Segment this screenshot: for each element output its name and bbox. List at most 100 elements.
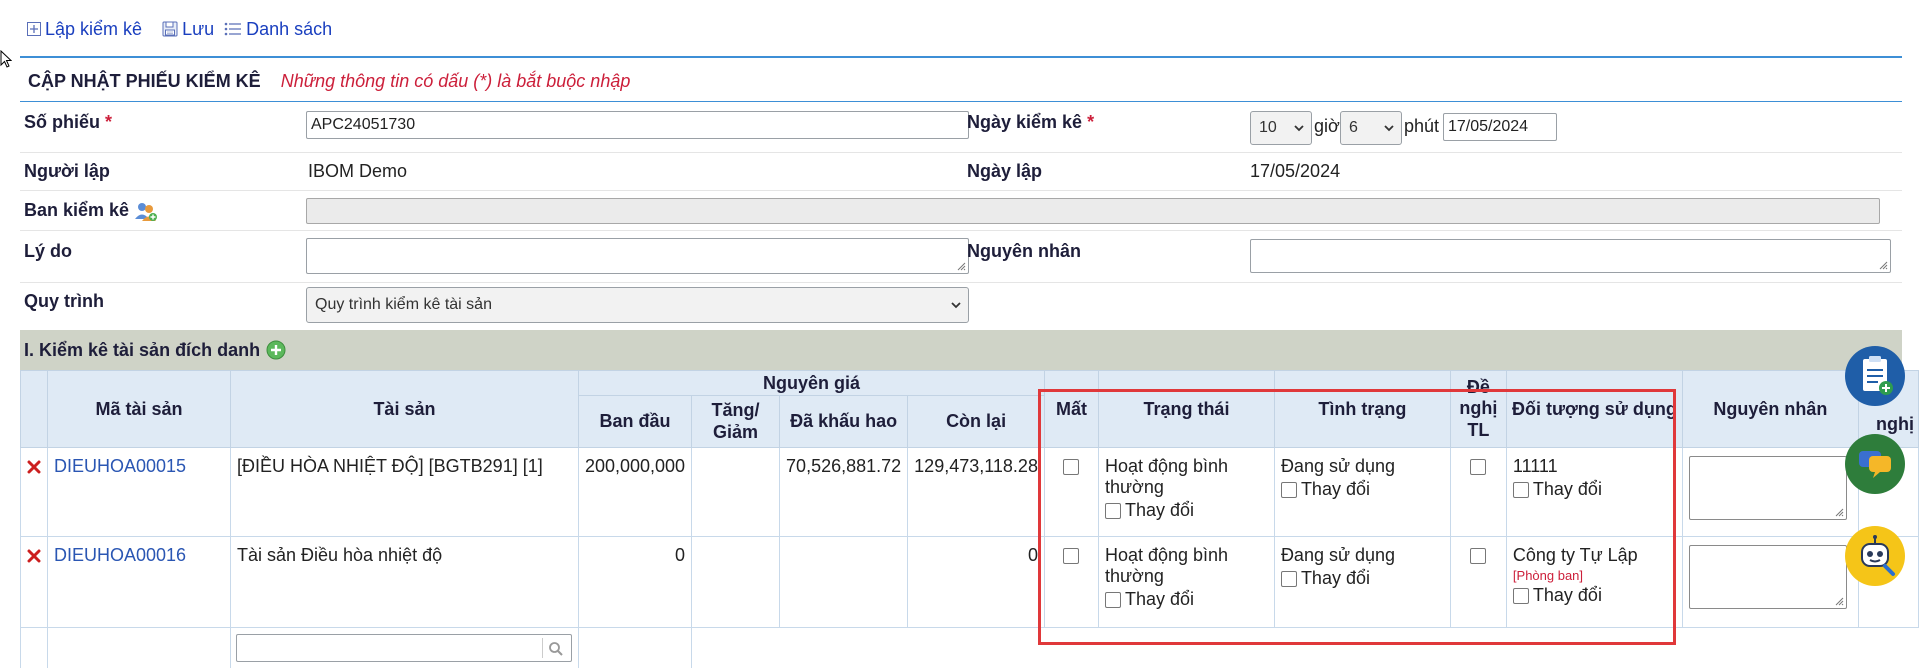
mouse-cursor-icon [0,50,12,68]
section-title: I. Kiểm kê tài sản đích danh [24,339,261,360]
group-users-icon[interactable] [134,201,158,223]
form-row-ly-do: Lý do Nguyên nhân [20,231,1902,283]
trang-thai-header: Trạng thái [1097,370,1275,448]
nguoi-lap-value: IBOM Demo [308,161,408,181]
nguyen-nhan-textarea[interactable] [1250,239,1891,273]
trang-thai-cell: Hoạt động bình thường Thay đổi [1097,536,1275,628]
ngay-kiem-ke-required-mark: * [1087,112,1095,132]
de-nghi-tl-checkbox[interactable] [1470,548,1487,565]
required-note: Những thông tin có dấu (*) là bắt buộc n… [280,71,631,91]
ban-kiem-ke-input[interactable] [306,198,1880,224]
table-row: DIEUHOA00015 [ĐIỀU HÒA NHIỆT ĐỘ] [BGTB29… [20,447,1919,537]
ban-dau-header: Ban đầu [577,395,693,448]
de-nghi-tl-cell [1449,447,1507,537]
form-row-nguoi-lap: Người lập IBOM Demo Ngày lập 17/05/2024 [20,153,1902,191]
delete-cell [20,447,48,537]
hour-unit: giờ [1314,116,1340,136]
add-square-icon [27,22,41,36]
ngay-kiem-ke-label-text: Ngày kiểm kê [967,112,1083,132]
empty-cell [20,627,48,668]
nguyen-nhan-row-textarea[interactable] [1688,545,1847,609]
mat-checkbox[interactable] [1063,548,1080,565]
mat-checkbox[interactable] [1063,459,1080,476]
change-label: Thay đổi [1300,479,1370,499]
save-disk-icon [162,21,178,37]
department-tag: [Phòng ban] [1512,568,1584,583]
create-inventory-button[interactable]: Lập kiểm kê [27,19,142,40]
de-nghi-tl-header: Đề nghị TL [1449,370,1507,448]
search-separator [542,638,543,658]
section-header: I. Kiểm kê tài sản đích danh [20,330,1902,370]
tang-giam-cell [691,536,781,628]
tinh-trang-cell: Đang sử dụng Thay đổi [1273,536,1451,628]
quy-trinh-value: Quy trình kiểm kê tài sản [315,296,492,313]
ngay-lap-label: Ngày lập [967,161,1043,181]
tinh-trang-change-checkbox[interactable] [1280,570,1297,587]
save-label: Lưu [182,18,215,39]
chevron-down-icon [1384,125,1394,132]
change-label: Thay đổi [1124,500,1194,520]
search-icon[interactable] [548,641,564,657]
hour-value: 10 [1259,119,1277,136]
con-lai-cell: 129,473,118.28 [907,447,1045,537]
trang-thai-change-checkbox[interactable] [1104,502,1121,519]
tinh-trang-value: Đang sử dụng [1280,456,1396,476]
doi-tuong-change-checkbox[interactable] [1512,481,1529,498]
delete-cell [20,536,48,628]
form-row-so-phieu: Số phiếu * APC24051730 Ngày kiểm kê * 10… [20,103,1902,153]
chat-fab[interactable] [1845,434,1905,494]
trang-thai-cell: Hoạt động bình thường Thay đổi [1097,447,1275,537]
robot-support-icon [1861,535,1895,576]
ban-dau-cell: 0 [577,536,693,628]
delete-x-icon[interactable] [27,549,41,563]
page-title-row: CẬP NHẬT PHIẾU KIỂM KÊ Những thông tin c… [20,62,1902,102]
ly-do-textarea[interactable] [306,238,969,274]
nguyen-nhan-cell [1681,447,1859,537]
nguyen-nhan-row-textarea[interactable] [1688,456,1847,520]
doi-tuong-change-checkbox[interactable] [1512,587,1529,604]
so-phieu-label-text: Số phiếu [24,112,100,132]
minute-select[interactable]: 6 [1340,111,1402,145]
robot-support-fab[interactable] [1845,526,1905,586]
nguyen-nhan-label: Nguyên nhân [967,241,1082,261]
tinh-trang-change-checkbox[interactable] [1280,481,1297,498]
clipboard-add-fab[interactable] [1845,346,1905,406]
resize-grip-icon [1879,261,1888,270]
list-label: Danh sách [246,18,333,39]
hour-select[interactable]: 10 [1250,111,1312,145]
so-phieu-label: Số phiếu * [24,112,112,133]
ban-kiem-ke-label: Ban kiểm kê [24,200,130,220]
change-label: Thay đổi [1300,568,1370,588]
create-inventory-label: Lập kiểm kê [45,18,143,39]
mat-cell [1043,447,1099,537]
asset-table: Mã tài sản Tài sản Nguyên giá Mất Trạng … [20,370,1919,668]
add-circle-icon[interactable] [266,340,286,360]
trang-thai-change-checkbox[interactable] [1104,591,1121,608]
so-phieu-input[interactable]: APC24051730 [306,111,969,139]
da-khau-hao-cell [779,536,909,628]
tinh-trang-header: Tình trạng [1273,370,1451,448]
ngay-kiem-ke-input[interactable]: 17/05/2024 [1443,113,1557,141]
ban-dau-cell: 200,000,000 [577,447,693,537]
page-title: CẬP NHẬT PHIẾU KIỂM KÊ [28,71,261,91]
doi-tuong-cell: 11111 Thay đổi [1505,447,1683,537]
change-label: Thay đổi [1532,585,1602,605]
so-phieu-required-mark: * [105,112,113,132]
delete-x-icon[interactable] [27,460,41,474]
asset-code-cell: DIEUHOA00016 [46,536,231,628]
doi-tuong-cell: Công ty Tự Lập [Phòng ban] Thay đổi [1505,536,1683,628]
asset-name-cell: [ĐIỀU HÒA NHIỆT ĐỘ] [BGTB291] [1] [229,447,579,537]
quy-trinh-select[interactable]: Quy trình kiểm kê tài sản [306,287,969,323]
clipboard-add-icon [1863,356,1893,395]
ly-do-label: Lý do [24,241,72,261]
list-button[interactable]: Danh sách [224,19,332,40]
nguyen-nhan-cell [1681,536,1859,628]
save-button[interactable]: Lưu [162,19,214,40]
asset-code-link[interactable]: DIEUHOA00016 [54,545,186,565]
asset-code-cell: DIEUHOA00015 [46,447,231,537]
asset-code-link[interactable]: DIEUHOA00015 [54,456,186,476]
trang-thai-value: Hoạt động bình thường [1104,456,1229,497]
asset-search-input[interactable] [236,634,572,662]
de-nghi-tl-checkbox[interactable] [1470,459,1487,476]
resize-grip-icon [1835,508,1844,517]
